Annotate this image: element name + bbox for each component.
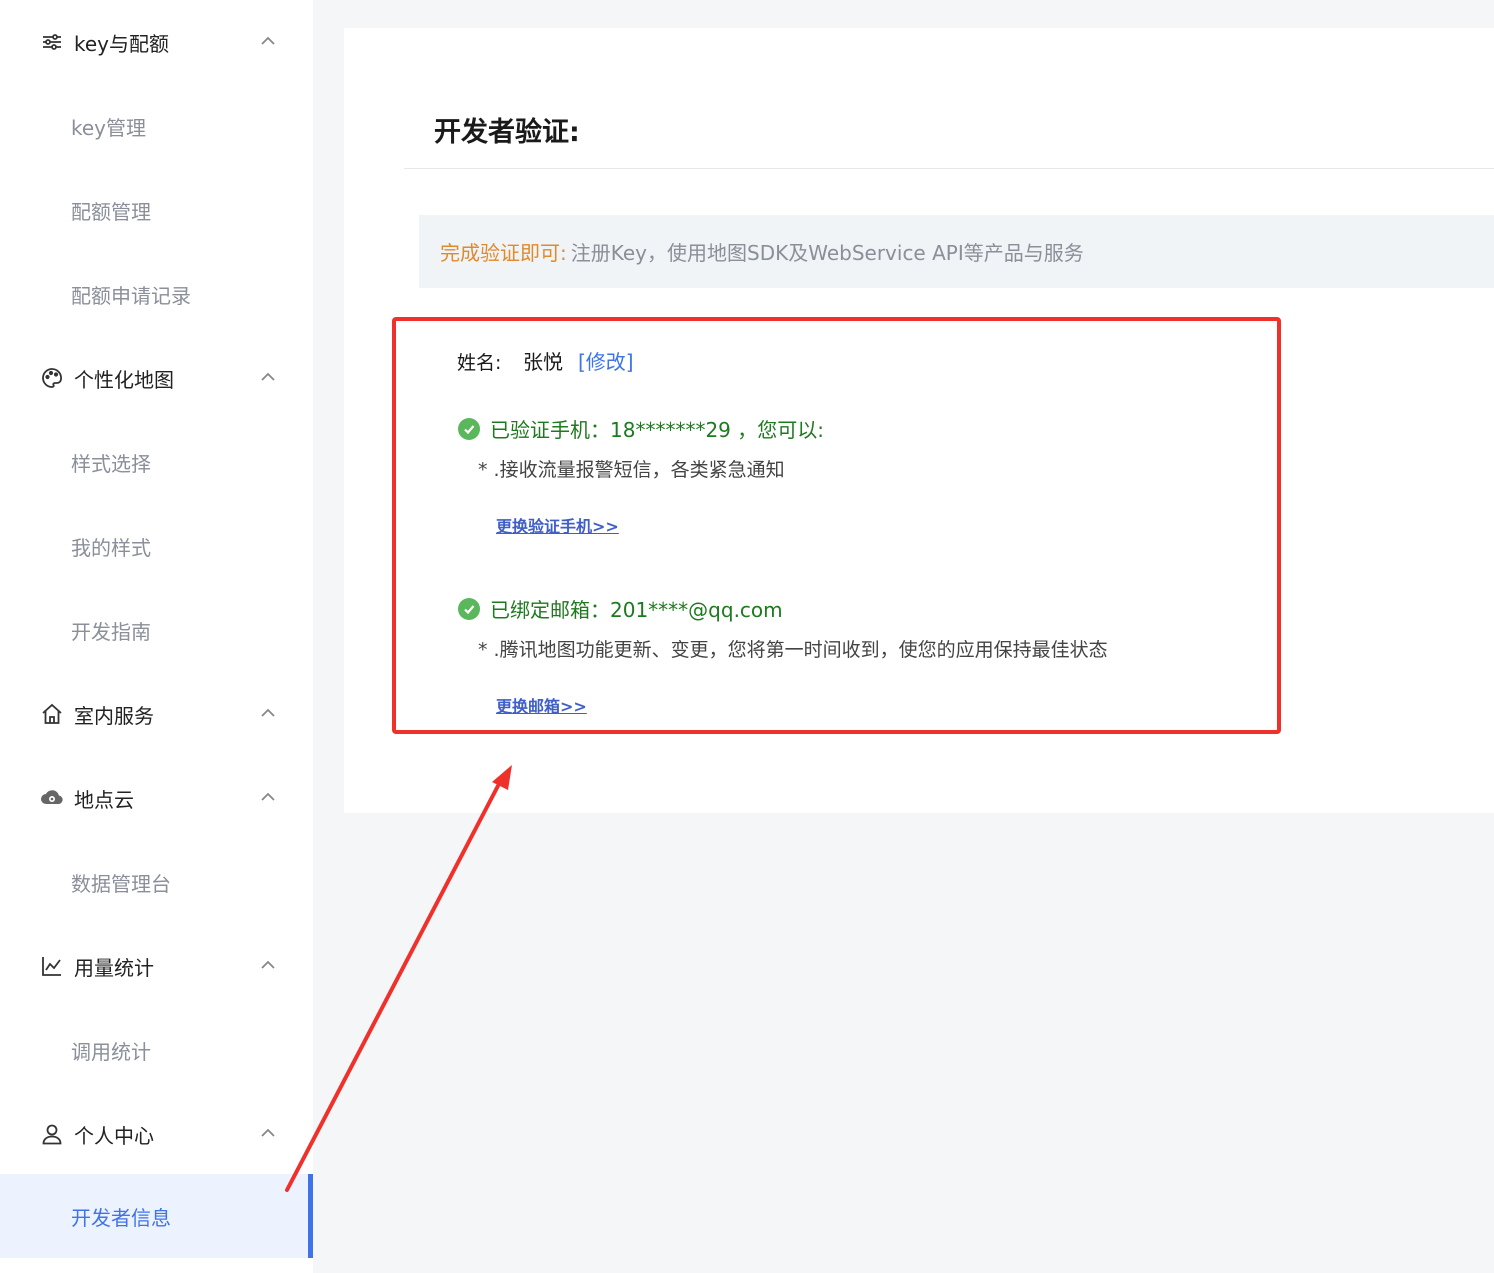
chevron-up-icon[interactable]: [258, 787, 278, 807]
sidebar-item-quota-manage[interactable]: 配额管理: [0, 168, 313, 252]
sidebar-item-my-styles[interactable]: 我的样式: [0, 504, 313, 588]
notice-lead: 完成验证即可:: [440, 241, 567, 265]
sidebar-item-label: 调用统计: [71, 1039, 151, 1064]
sidebar-item-label: key管理: [71, 115, 147, 140]
sidebar-item-label: 样式选择: [71, 451, 151, 476]
menu-group-key-quota[interactable]: key与配额: [0, 0, 313, 84]
sidebar-item-quota-records[interactable]: 配额申请记录: [0, 252, 313, 336]
line-chart-icon: [40, 954, 64, 978]
sidebar-item-label: 配额管理: [71, 199, 151, 224]
sliders-icon: [40, 30, 64, 54]
sidebar-item-data-console[interactable]: 数据管理台: [0, 840, 313, 924]
menu-group-label: 室内服务: [74, 703, 154, 728]
home-icon: [40, 702, 64, 726]
sidebar-item-label: 开发者信息: [71, 1205, 171, 1230]
menu-group-indoor[interactable]: 室内服务: [0, 672, 313, 756]
sidebar: key与配额 key管理 配额管理 配额申请记录 个性化地图 样式选择 我的样式…: [0, 0, 313, 1273]
email-benefit-text: * .腾讯地图功能更新、变更，您将第一时间收到，使您的应用保持最佳状态: [478, 639, 1108, 661]
check-circle-icon: [458, 417, 480, 440]
sidebar-item-dev-guide[interactable]: 开发指南: [0, 588, 313, 672]
menu-group-label: 用量统计: [74, 955, 154, 980]
cloud-eye-icon: [40, 786, 64, 810]
email-status-text: 已绑定邮箱：201****@qq.com: [490, 598, 783, 622]
name-label: 姓名:: [457, 352, 502, 374]
menu-group-place-cloud[interactable]: 地点云: [0, 756, 313, 840]
sidebar-item-label: 数据管理台: [71, 871, 171, 896]
check-circle-icon: [458, 597, 480, 620]
menu-group-custom-map[interactable]: 个性化地图: [0, 336, 313, 420]
user-icon: [40, 1122, 64, 1146]
notice-text: 注册Key，使用地图SDK及WebService API等产品与服务: [570, 241, 1084, 265]
page-title: 开发者验证:: [434, 117, 580, 148]
phone-verified-status: 已验证手机：18*******29 ，您可以:: [458, 414, 824, 443]
edit-name-link[interactable]: [修改]: [578, 346, 634, 375]
title-divider: [404, 168, 1494, 169]
menu-group-label: key与配额: [74, 31, 170, 56]
sidebar-item-label: 开发指南: [71, 619, 151, 644]
menu-group-label: 地点云: [74, 787, 134, 812]
palette-icon: [40, 366, 64, 390]
email-bound-status: 已绑定邮箱：201****@qq.com: [458, 594, 783, 623]
sidebar-item-style-select[interactable]: 样式选择: [0, 420, 313, 504]
chevron-up-icon[interactable]: [258, 703, 278, 723]
chevron-up-icon[interactable]: [258, 955, 278, 975]
sidebar-item-developer-info[interactable]: 开发者信息: [0, 1174, 313, 1258]
sidebar-item-key-manage[interactable]: key管理: [0, 84, 313, 168]
menu-group-label: 个性化地图: [74, 367, 174, 392]
chevron-up-icon[interactable]: [258, 367, 278, 387]
menu-group-personal-center[interactable]: 个人中心: [0, 1092, 313, 1176]
change-email-link[interactable]: 更换邮箱>>: [496, 693, 587, 717]
phone-benefit-text: * .接收流量报警短信，各类紧急通知: [478, 459, 785, 481]
notice-banner: 完成验证即可: 注册Key，使用地图SDK及WebService API等产品与…: [419, 215, 1494, 288]
change-phone-link[interactable]: 更换验证手机>>: [496, 513, 619, 537]
chevron-up-icon[interactable]: [258, 1123, 278, 1143]
menu-group-label: 个人中心: [74, 1123, 154, 1148]
name-value: 张悦: [523, 350, 563, 374]
phone-status-text: 已验证手机：18*******29 ，您可以:: [490, 418, 824, 442]
chevron-up-icon[interactable]: [258, 31, 278, 51]
sidebar-item-call-stats[interactable]: 调用统计: [0, 1008, 313, 1092]
sidebar-item-label: 配额申请记录: [71, 283, 191, 308]
menu-group-usage-stats[interactable]: 用量统计: [0, 924, 313, 1008]
sidebar-item-label: 我的样式: [71, 535, 151, 560]
